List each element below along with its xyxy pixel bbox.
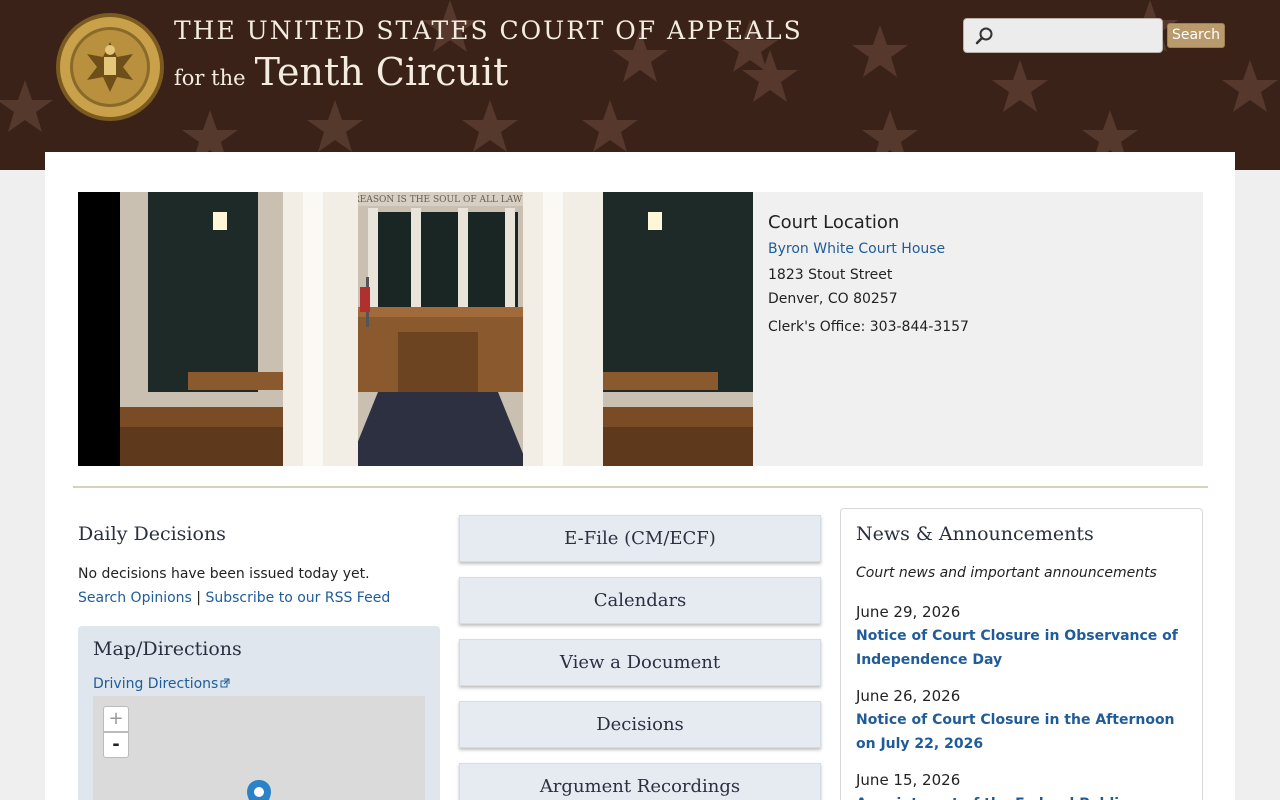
courthouse-link[interactable]: Byron White Court House — [768, 241, 1188, 257]
map-directions-panel: Map/Directions Driving Directions + - — [78, 626, 440, 800]
city-address: Denver, CO 80257 — [768, 291, 898, 307]
map-canvas[interactable]: + - — [93, 696, 425, 800]
title-for-the: for the — [174, 66, 246, 90]
link-separator: | — [196, 590, 202, 606]
driving-directions-link[interactable]: Driving Directions — [93, 676, 230, 692]
section-divider — [73, 486, 1208, 488]
site-header: THE UNITED STATES COURT OF APPEALS for t… — [0, 0, 1280, 170]
driving-directions-label: Driving Directions — [93, 676, 219, 692]
news-date: June 29, 2026 — [856, 603, 961, 621]
external-link-icon — [220, 678, 230, 688]
news-date: June 15, 2026 — [856, 771, 961, 789]
court-title-line1: THE UNITED STATES COURT OF APPEALS — [174, 16, 803, 45]
news-link[interactable]: Notice of Court Closure in the Afternoon… — [856, 708, 1186, 756]
courtroom-image: REASON IS THE SOUL OF ALL LAW — [78, 192, 753, 466]
daily-decisions-links: Search Opinions | Subscribe to our RSS F… — [78, 590, 390, 606]
news-heading: News & Announcements — [856, 523, 1094, 545]
title-tenth-circuit: Tenth Circuit — [254, 50, 509, 94]
court-title-line2: for the Tenth Circuit — [174, 50, 508, 94]
news-item: June 26, 2026 Notice of Court Closure in… — [856, 684, 1186, 756]
efile-button[interactable]: E-File (CM/ECF) — [459, 515, 821, 562]
news-date: June 26, 2026 — [856, 687, 961, 705]
news-announcements-panel: News & Announcements Court news and impo… — [840, 508, 1203, 800]
zoom-in-button[interactable]: + — [103, 706, 129, 732]
news-item: June 15, 2026 Appointment of the Federal… — [856, 768, 1186, 800]
news-subtitle: Court news and important announcements — [856, 565, 1157, 581]
daily-decisions-message: No decisions have been issued today yet. — [78, 566, 370, 582]
view-document-button[interactable]: View a Document — [459, 639, 821, 686]
calendars-button[interactable]: Calendars — [459, 577, 821, 624]
daily-decisions-heading: Daily Decisions — [78, 523, 226, 545]
clerk-phone: Clerk's Office: 303-844-3157 — [768, 319, 969, 335]
map-directions-heading: Map/Directions — [93, 638, 242, 660]
search-opinions-link[interactable]: Search Opinions — [78, 590, 192, 606]
news-item: June 29, 2026 Notice of Court Closure in… — [856, 600, 1186, 672]
map-marker-icon[interactable] — [247, 780, 271, 800]
search-button[interactable]: Search — [1167, 23, 1225, 48]
court-location-panel: Court Location Byron White Court House 1… — [753, 192, 1203, 466]
street-address: 1823 Stout Street — [768, 267, 893, 283]
argument-recordings-button[interactable]: Argument Recordings — [459, 763, 821, 800]
rss-feed-link[interactable]: Subscribe to our RSS Feed — [205, 590, 390, 606]
search-icon — [975, 27, 993, 45]
search-box — [963, 18, 1163, 53]
courtroom-illustration: REASON IS THE SOUL OF ALL LAW — [78, 192, 753, 466]
news-link[interactable]: Appointment of the Federal Public Defend… — [856, 792, 1186, 800]
news-link[interactable]: Notice of Court Closure in Observance of… — [856, 624, 1186, 672]
decisions-button[interactable]: Decisions — [459, 701, 821, 748]
zoom-out-button[interactable]: - — [103, 732, 129, 758]
court-seal-logo[interactable] — [55, 12, 165, 122]
court-location-heading: Court Location — [768, 212, 900, 233]
inscription-text: REASON IS THE SOUL OF ALL LAW — [353, 195, 523, 205]
